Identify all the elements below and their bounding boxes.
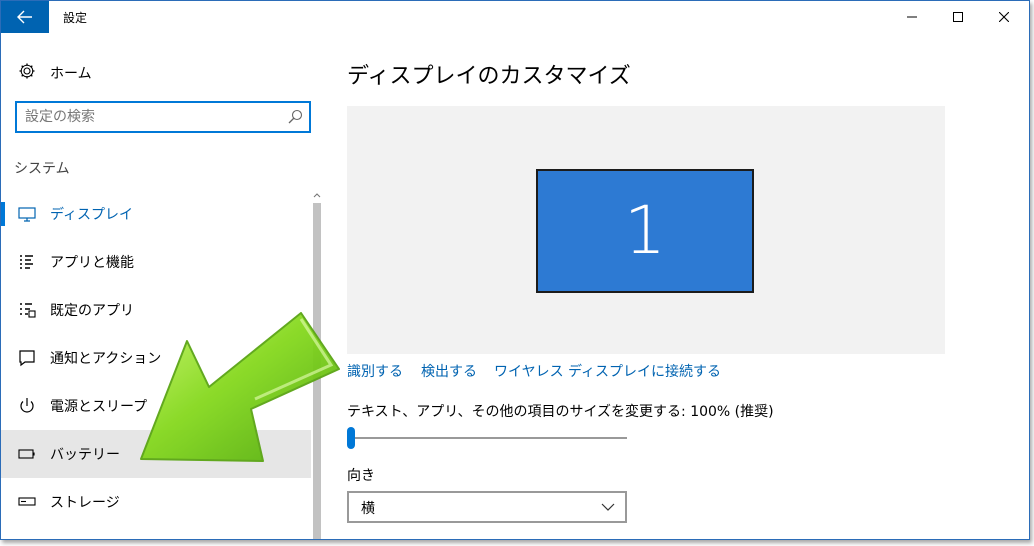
list-icon xyxy=(20,255,33,269)
chevron-down-icon xyxy=(601,503,615,511)
scale-label: テキスト、アプリ、その他の項目のサイズを変更する: 100% (推奨) xyxy=(347,404,774,420)
scrollbar-thumb[interactable] xyxy=(313,203,321,539)
power-icon xyxy=(20,398,34,413)
gear-icon xyxy=(19,63,35,79)
minimize-icon xyxy=(907,16,917,18)
close-icon xyxy=(999,12,1009,22)
storage-icon xyxy=(18,497,36,506)
sidebar-item-label: アプリと機能 xyxy=(50,255,134,271)
orientation-dropdown[interactable]: 横 xyxy=(347,491,627,523)
title-bar: 設定 xyxy=(1,1,1029,33)
sidebar-item-home[interactable]: ホーム xyxy=(1,55,311,87)
close-button[interactable] xyxy=(981,1,1027,33)
sidebar-item-label: 既定のアプリ xyxy=(50,303,134,319)
identify-link[interactable]: 識別する xyxy=(347,361,403,381)
sidebar-item-label: ストレージ xyxy=(50,495,120,511)
sidebar-item-label: 電源とスリープ xyxy=(50,399,148,415)
detect-link[interactable]: 検出する xyxy=(421,361,477,381)
wireless-display-link[interactable]: ワイヤレス ディスプレイに接続する xyxy=(494,361,721,381)
maximize-button[interactable] xyxy=(935,1,981,33)
settings-window: 設定 ホーム システム xyxy=(0,0,1030,540)
search-input[interactable] xyxy=(25,107,275,127)
window-title: 設定 xyxy=(63,11,88,25)
monitor-icon xyxy=(18,207,36,222)
search-box[interactable] xyxy=(15,101,311,133)
sidebar-item-default-apps[interactable]: 既定のアプリ xyxy=(1,286,311,334)
orientation-label: 向き xyxy=(347,468,375,484)
notification-icon xyxy=(19,350,35,367)
sidebar-item-storage[interactable]: ストレージ xyxy=(1,478,311,526)
scroll-up-button[interactable] xyxy=(311,189,323,201)
sidebar: ホーム システム ディスプレイ アプリと機能 xyxy=(1,33,323,539)
chevron-up-icon xyxy=(313,193,321,198)
sidebar-item-label: ディスプレイ xyxy=(50,207,134,223)
back-arrow-icon xyxy=(17,10,32,24)
sidebar-item-label: ホーム xyxy=(50,66,92,82)
back-button[interactable] xyxy=(1,1,49,33)
sidebar-item-display[interactable]: ディスプレイ xyxy=(1,190,311,238)
sidebar-item-label: バッテリー xyxy=(50,447,120,463)
maximize-icon xyxy=(953,12,963,22)
sidebar-item-apps-features[interactable]: アプリと機能 xyxy=(1,238,311,286)
battery-icon xyxy=(18,449,35,459)
monitor-number: 1 xyxy=(624,192,666,269)
scale-slider-thumb[interactable] xyxy=(347,427,355,449)
display-arrangement-area: 1 xyxy=(347,106,945,354)
sidebar-item-notifications[interactable]: 通知とアクション xyxy=(1,334,311,382)
orientation-value: 横 xyxy=(361,501,375,517)
sidebar-item-label: 通知とアクション xyxy=(50,351,162,367)
search-icon xyxy=(288,109,303,124)
page-title: ディスプレイのカスタマイズ xyxy=(347,64,631,89)
minimize-button[interactable] xyxy=(889,1,935,33)
sidebar-item-power-sleep[interactable]: 電源とスリープ xyxy=(1,382,311,430)
default-apps-icon xyxy=(20,303,36,318)
sidebar-item-battery[interactable]: バッテリー xyxy=(1,430,311,478)
scale-slider-track[interactable] xyxy=(347,437,627,439)
main-content: ディスプレイのカスタマイズ 1 識別する 検出する ワイヤレス ディスプレイに接… xyxy=(323,33,1029,539)
display-monitor-tile[interactable]: 1 xyxy=(536,169,754,293)
section-label: システム xyxy=(14,161,70,177)
